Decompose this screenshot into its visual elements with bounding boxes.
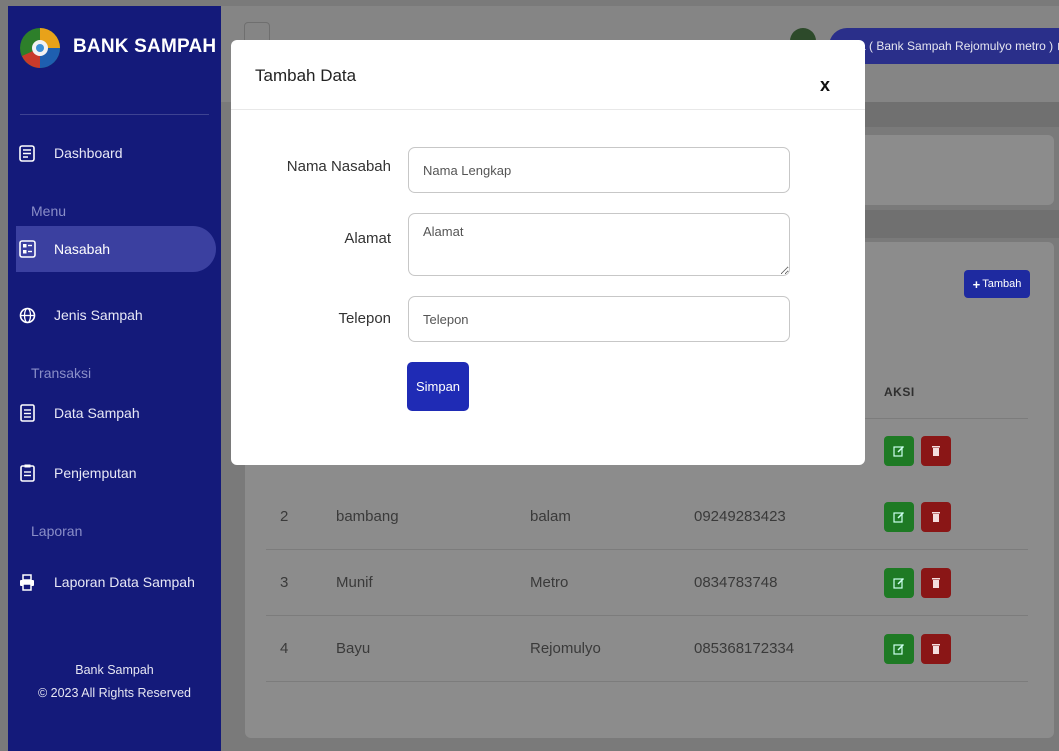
edit-icon xyxy=(893,643,905,655)
bank-sampah-logo-icon xyxy=(20,28,60,68)
sidebar-item-label: Jenis Sampah xyxy=(54,307,143,323)
table-row: 2 bambang balam 09249283423 xyxy=(266,484,1028,550)
cell-telepon: 085368172334 xyxy=(694,640,795,657)
sidebar-item-label: Dashboard xyxy=(54,145,123,161)
cell-alamat: Metro xyxy=(530,574,569,591)
cell-alamat: balam xyxy=(530,508,571,525)
edit-icon xyxy=(893,577,905,589)
brand[interactable]: BANK SAMPAH xyxy=(8,6,221,96)
cell-nama: bambang xyxy=(336,508,399,525)
sidebar-item-jenis-sampah[interactable]: Jenis Sampah xyxy=(18,292,218,338)
cell-no: 2 xyxy=(280,508,289,525)
tambah-button-label: Tambah xyxy=(982,278,1022,290)
brand-divider xyxy=(20,114,209,115)
sidebar: BANK SAMPAH Dashboard Menu Nasabah Jenis… xyxy=(8,6,221,751)
transaksi-heading: Transaksi xyxy=(31,365,92,381)
delete-button[interactable] xyxy=(921,436,951,466)
edit-button[interactable] xyxy=(884,568,914,598)
laporan-heading: Laporan xyxy=(31,523,83,539)
dashboard-icon xyxy=(18,144,36,162)
nama-nasabah-input[interactable] xyxy=(408,147,790,193)
edit-button[interactable] xyxy=(884,634,914,664)
sidebar-item-data-sampah[interactable]: Data Sampah xyxy=(18,390,218,436)
trash-icon xyxy=(932,644,940,654)
document-icon xyxy=(18,404,36,422)
edit-button[interactable] xyxy=(884,502,914,532)
trash-icon xyxy=(932,446,940,456)
printer-icon xyxy=(18,573,36,591)
delete-button[interactable] xyxy=(921,568,951,598)
globe-icon xyxy=(18,306,36,324)
alamat-input[interactable] xyxy=(408,213,790,276)
sidebar-item-label: Nasabah xyxy=(54,241,111,257)
cell-nama: Bayu xyxy=(336,640,371,657)
close-button[interactable]: x xyxy=(820,75,830,96)
simpan-button[interactable]: Simpan xyxy=(407,362,469,411)
cell-no: 4 xyxy=(280,640,289,657)
tambah-data-modal: Tambah Data x Nama Nasabah Alamat Telepo… xyxy=(231,40,865,465)
sidebar-item-dashboard[interactable]: Dashboard xyxy=(18,130,218,176)
sidebar-item-label: Penjemputan xyxy=(54,465,137,481)
tambah-button[interactable]: + Tambah xyxy=(964,270,1030,298)
delete-button[interactable] xyxy=(921,634,951,664)
modal-header: Tambah Data x xyxy=(231,40,865,110)
cell-telepon: 0834783748 xyxy=(694,574,778,591)
nama-nasabah-label: Nama Nasabah xyxy=(286,158,391,175)
cell-alamat: Rejomulyo xyxy=(530,640,601,657)
table-row: 3 Munif Metro 0834783748 xyxy=(266,550,1028,616)
brand-name: BANK SAMPAH xyxy=(73,36,217,57)
sidebar-item-laporan-data-sampah[interactable]: Laporan Data Sampah xyxy=(18,559,218,605)
sidebar-item-nasabah[interactable]: Nasabah xyxy=(16,226,216,272)
modal-title: Tambah Data xyxy=(255,66,357,85)
cell-nama: Munif xyxy=(336,574,373,591)
footer-title: Bank Sampah xyxy=(75,663,154,677)
footer-copyright: © 2023 All Rights Reserved xyxy=(37,686,192,700)
column-header-aksi: AKSI xyxy=(884,385,915,399)
nasabah-icon xyxy=(18,240,36,258)
edit-icon xyxy=(893,511,905,523)
edit-button[interactable] xyxy=(884,436,914,466)
sidebar-item-penjemputan[interactable]: Penjemputan xyxy=(18,450,218,496)
trash-icon xyxy=(932,512,940,522)
edit-icon xyxy=(893,445,905,457)
cell-telepon: 09249283423 xyxy=(694,508,786,525)
sidebar-item-label: Laporan Data Sampah xyxy=(54,574,195,590)
table-row: 4 Bayu Rejomulyo 085368172334 xyxy=(266,616,1028,682)
sidebar-item-label: Data Sampah xyxy=(54,405,140,421)
user-label: itra ( Bank Sampah Rejomulyo metro ) xyxy=(849,39,1054,53)
trash-icon xyxy=(932,578,940,588)
menu-heading: Menu xyxy=(31,203,67,219)
alamat-label: Alamat xyxy=(344,230,391,247)
cell-no: 3 xyxy=(280,574,289,591)
telepon-input[interactable] xyxy=(408,296,790,342)
delete-button[interactable] xyxy=(921,502,951,532)
telepon-label: Telepon xyxy=(338,310,391,327)
plus-icon: + xyxy=(972,276,981,292)
clipboard-icon xyxy=(18,464,36,482)
